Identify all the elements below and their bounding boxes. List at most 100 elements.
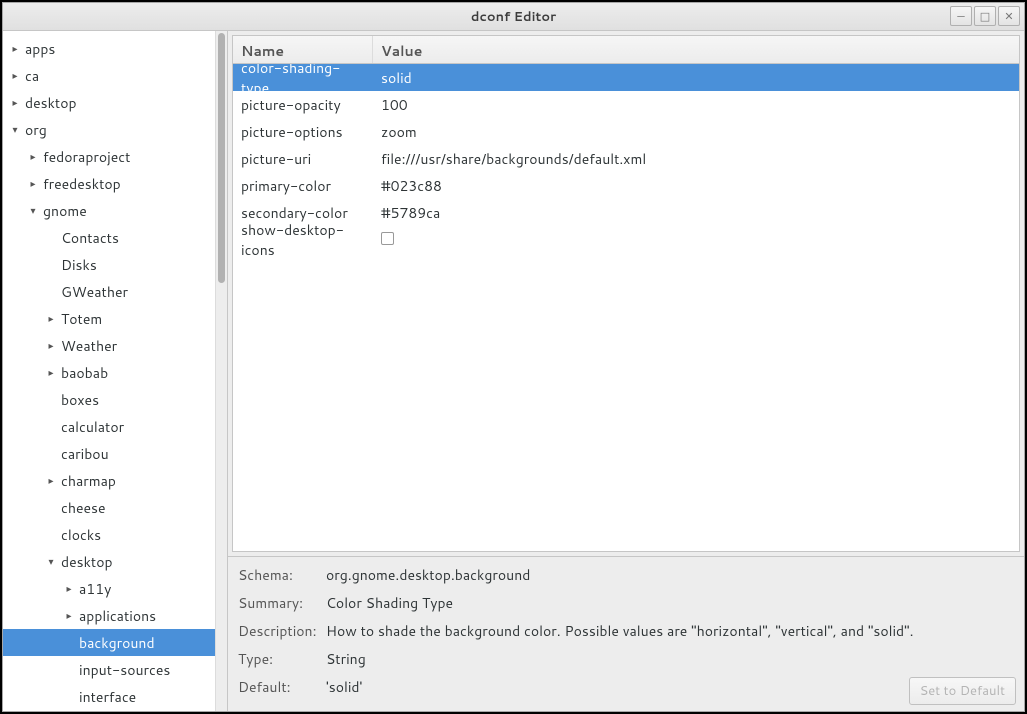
tree-item-label: caribou bbox=[57, 444, 109, 464]
tree-item[interactable]: Contacts bbox=[3, 224, 215, 251]
tree-item[interactable]: ▾gnome bbox=[3, 197, 215, 224]
chevron-down-icon[interactable]: ▾ bbox=[27, 204, 39, 218]
chevron-right-icon[interactable]: ▸ bbox=[27, 150, 39, 164]
chevron-right-icon[interactable]: ▸ bbox=[9, 42, 21, 56]
titlebar[interactable]: dconf Editor — □ ✕ bbox=[3, 3, 1024, 31]
tree-item[interactable]: ▸applications bbox=[3, 602, 215, 629]
table-body[interactable]: color-shading-typesolidpicture-opacity10… bbox=[233, 64, 1019, 551]
tree-item[interactable]: Disks bbox=[3, 251, 215, 278]
setting-name: picture-opacity bbox=[233, 95, 373, 115]
detail-value: Color Shading Type bbox=[326, 593, 1014, 613]
setting-name: color-shading-type bbox=[233, 64, 373, 98]
setting-value[interactable] bbox=[373, 230, 1019, 250]
details-pane: Schema: org.gnome.desktop.background Sum… bbox=[228, 556, 1024, 711]
table-row[interactable]: picture-optionszoom bbox=[233, 118, 1019, 145]
chevron-right-icon[interactable]: ▸ bbox=[9, 96, 21, 110]
detail-label: Schema: bbox=[238, 565, 326, 585]
chevron-right-icon[interactable]: ▸ bbox=[45, 312, 57, 326]
tree-item[interactable]: ▾org bbox=[3, 116, 215, 143]
chevron-right-icon[interactable]: ▸ bbox=[63, 609, 75, 623]
setting-value[interactable]: file:///usr/share/backgrounds/default.xm… bbox=[373, 149, 1019, 169]
tree-item[interactable]: clocks bbox=[3, 521, 215, 548]
chevron-right-icon[interactable]: ▸ bbox=[45, 366, 57, 380]
tree-item[interactable]: caribou bbox=[3, 440, 215, 467]
detail-value: org.gnome.desktop.background bbox=[326, 565, 1014, 585]
tree-item-label: freedesktop bbox=[39, 174, 121, 194]
minimize-button[interactable]: — bbox=[950, 6, 972, 26]
close-button[interactable]: ✕ bbox=[998, 6, 1020, 26]
checkbox[interactable] bbox=[381, 232, 394, 245]
detail-default: Default: 'solid' bbox=[238, 677, 1014, 697]
maximize-button[interactable]: □ bbox=[974, 6, 996, 26]
tree-item-label: Contacts bbox=[57, 228, 119, 248]
tree-item[interactable]: ▸Weather bbox=[3, 332, 215, 359]
tree-item-label: a11y bbox=[75, 579, 111, 599]
setting-value[interactable]: 100 bbox=[373, 95, 1019, 115]
tree[interactable]: ▸apps▸ca▸desktop▾org▸fedoraproject▸freed… bbox=[3, 31, 215, 711]
tree-item-label: org bbox=[21, 120, 47, 140]
tree-item-label: charmap bbox=[57, 471, 116, 491]
window: dconf Editor — □ ✕ ▸apps▸ca▸desktop▾org▸… bbox=[2, 2, 1025, 712]
tree-item[interactable]: calculator bbox=[3, 413, 215, 440]
detail-description: Description: How to shade the background… bbox=[238, 621, 1014, 641]
setting-value[interactable]: #5789ca bbox=[373, 203, 1019, 223]
tree-item[interactable]: interface bbox=[3, 683, 215, 710]
sidebar-scrollbar[interactable] bbox=[215, 31, 227, 711]
tree-item[interactable]: ▸fedoraproject bbox=[3, 143, 215, 170]
tree-item[interactable]: ▸baobab bbox=[3, 359, 215, 386]
tree-item[interactable]: boxes bbox=[3, 386, 215, 413]
tree-item[interactable]: background bbox=[3, 629, 215, 656]
chevron-down-icon[interactable]: ▾ bbox=[45, 555, 57, 569]
window-title: dconf Editor bbox=[471, 8, 556, 26]
detail-label: Default: bbox=[238, 677, 326, 697]
tree-item[interactable]: ▾desktop bbox=[3, 548, 215, 575]
tree-item[interactable]: input-sources bbox=[3, 656, 215, 683]
tree-item-label: ca bbox=[21, 66, 39, 86]
tree-item[interactable]: ▸apps bbox=[3, 35, 215, 62]
chevron-down-icon[interactable]: ▾ bbox=[9, 123, 21, 137]
tree-item-label: interface bbox=[75, 687, 136, 707]
content: ▸apps▸ca▸desktop▾org▸fedoraproject▸freed… bbox=[3, 31, 1024, 711]
tree-item[interactable]: ▸Totem bbox=[3, 305, 215, 332]
minimize-icon: — bbox=[957, 8, 964, 24]
column-header-value[interactable]: Value bbox=[373, 36, 1019, 63]
chevron-right-icon[interactable]: ▸ bbox=[45, 339, 57, 353]
tree-item[interactable]: ▸a11y bbox=[3, 575, 215, 602]
tree-item-label: Totem bbox=[57, 309, 102, 329]
table-row[interactable]: color-shading-typesolid bbox=[233, 64, 1019, 91]
tree-item[interactable]: GWeather bbox=[3, 278, 215, 305]
tree-item-label: boxes bbox=[57, 390, 99, 410]
chevron-right-icon[interactable]: ▸ bbox=[63, 582, 75, 596]
table-row[interactable]: primary-color#023c88 bbox=[233, 172, 1019, 199]
close-icon: ✕ bbox=[1004, 8, 1013, 24]
setting-name: picture-options bbox=[233, 122, 373, 142]
setting-value[interactable]: solid bbox=[373, 68, 1019, 88]
setting-name: picture-uri bbox=[233, 149, 373, 169]
table-row[interactable]: picture-opacity100 bbox=[233, 91, 1019, 118]
chevron-right-icon[interactable]: ▸ bbox=[27, 177, 39, 191]
tree-item[interactable]: cheese bbox=[3, 494, 215, 521]
tree-item[interactable]: ▸desktop bbox=[3, 89, 215, 116]
tree-item-label: desktop bbox=[57, 552, 113, 572]
detail-value: How to shade the background color. Possi… bbox=[326, 621, 1014, 641]
tree-item[interactable]: ▸ca bbox=[3, 62, 215, 89]
tree-item-label: cheese bbox=[57, 498, 106, 518]
detail-summary: Summary: Color Shading Type bbox=[238, 593, 1014, 613]
tree-item-label: GWeather bbox=[57, 282, 128, 302]
tree-item[interactable]: ▸charmap bbox=[3, 467, 215, 494]
tree-item-label: background bbox=[75, 633, 155, 653]
tree-item-label: clocks bbox=[57, 525, 101, 545]
sidebar-scrollbar-thumb[interactable] bbox=[218, 33, 225, 283]
setting-value[interactable]: #023c88 bbox=[373, 176, 1019, 196]
tree-item[interactable]: ▸freedesktop bbox=[3, 170, 215, 197]
setting-value[interactable]: zoom bbox=[373, 122, 1019, 142]
tree-item-label: apps bbox=[21, 39, 55, 59]
tree-item-label: Disks bbox=[57, 255, 97, 275]
set-to-default-button[interactable]: Set to Default bbox=[909, 677, 1016, 705]
column-header-name[interactable]: Name bbox=[233, 36, 373, 63]
chevron-right-icon[interactable]: ▸ bbox=[45, 474, 57, 488]
window-controls: — □ ✕ bbox=[950, 6, 1020, 26]
table-row[interactable]: picture-urifile:///usr/share/backgrounds… bbox=[233, 145, 1019, 172]
table-row[interactable]: show-desktop-icons bbox=[233, 226, 1019, 253]
chevron-right-icon[interactable]: ▸ bbox=[9, 69, 21, 83]
